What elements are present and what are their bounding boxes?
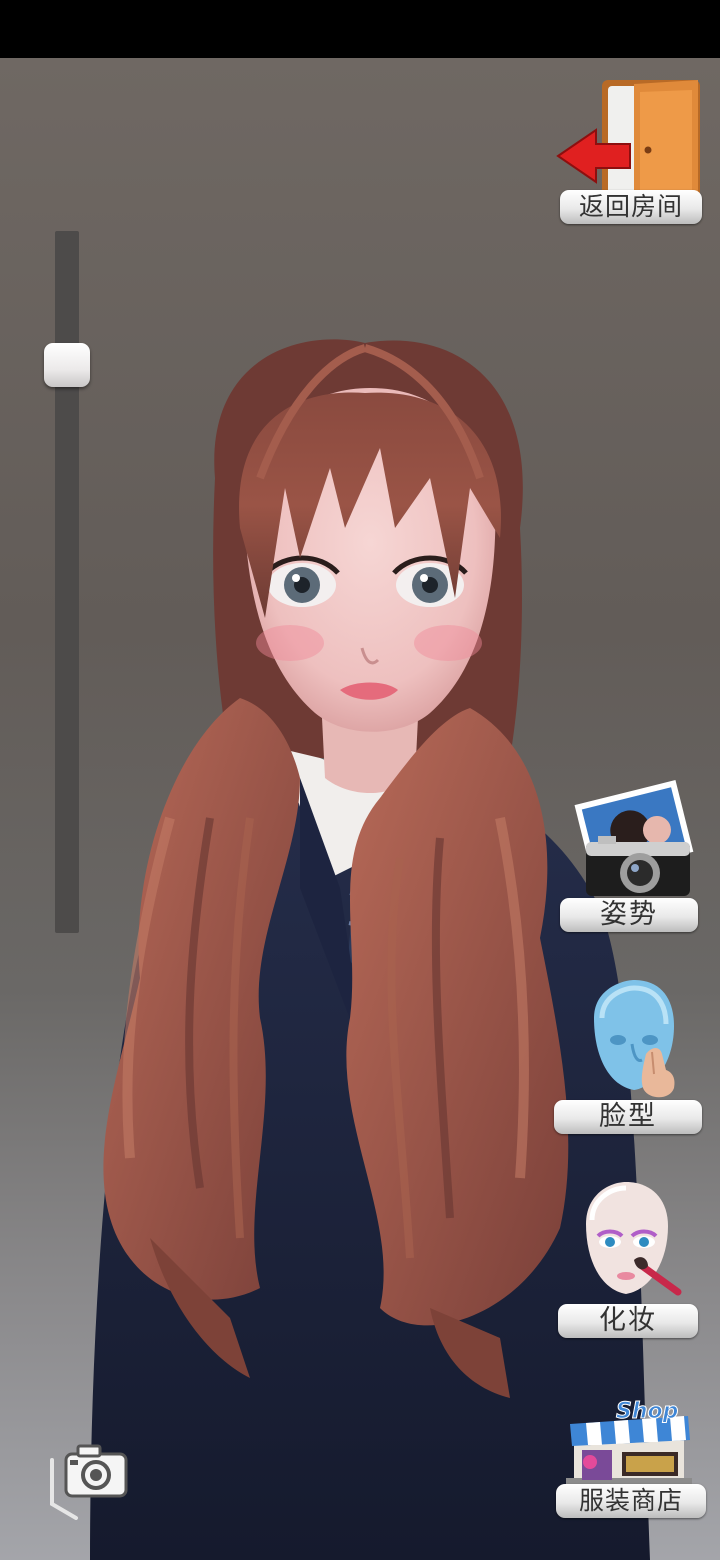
makeup-button[interactable]: 化妆	[558, 1180, 698, 1340]
game-screen: 返回房间 姿势 脸型 化妆 Shop 服装商店	[0, 0, 720, 1560]
pose-label: 姿势	[560, 898, 698, 932]
clothing-shop-label: 服装商店	[556, 1484, 706, 1518]
face-shape-label: 脸型	[554, 1100, 702, 1134]
makeup-brush-icon	[586, 1182, 682, 1296]
camera-photo-icon	[574, 780, 694, 896]
face-shape-button[interactable]: 脸型	[554, 978, 702, 1136]
dressing-room-scene: 返回房间 姿势 脸型 化妆 Shop 服装商店	[0, 58, 720, 1560]
screenshot-button[interactable]	[48, 1440, 132, 1520]
face-shape-icon	[594, 980, 675, 1098]
svg-text:Shop: Shop	[616, 1399, 678, 1424]
zoom-slider-thumb[interactable]	[44, 343, 90, 387]
camera-icon	[50, 1444, 128, 1520]
status-bar	[0, 0, 720, 58]
clothing-shop-button[interactable]: Shop 服装商店	[556, 1394, 706, 1520]
return-room-button[interactable]: 返回房间	[556, 78, 702, 228]
shop-store-icon: Shop	[566, 1399, 692, 1486]
pose-button[interactable]: 姿势	[560, 778, 698, 934]
makeup-label: 化妆	[558, 1304, 698, 1338]
zoom-slider[interactable]	[44, 231, 90, 933]
return-room-label: 返回房间	[560, 190, 702, 224]
